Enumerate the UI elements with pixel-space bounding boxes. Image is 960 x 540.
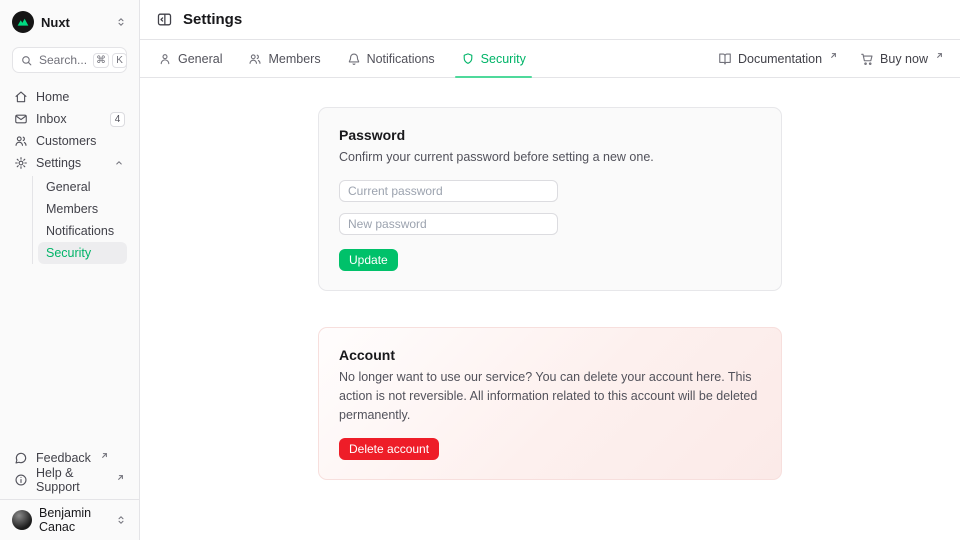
tab-bar: General Members Notifications — [140, 40, 960, 78]
sidebar-item-members[interactable]: Members — [38, 198, 127, 220]
external-link-icon — [935, 51, 944, 60]
sidebar-item-label: Customers — [36, 134, 96, 148]
gear-icon — [14, 156, 28, 170]
kbd-key: K — [112, 53, 127, 68]
chat-bubble-icon — [14, 451, 28, 465]
sidebar-item-notifications[interactable]: Notifications — [38, 220, 127, 242]
person-icon — [158, 52, 172, 66]
info-circle-icon — [14, 473, 28, 487]
chevron-up-down-icon — [115, 16, 127, 28]
search-placeholder: Search... — [39, 53, 87, 67]
header-actions: Documentation Buy now — [718, 40, 944, 77]
sidebar-item-label: Members — [46, 202, 98, 216]
tab-label: Notifications — [367, 52, 435, 66]
password-card: Password Confirm your current password b… — [318, 107, 782, 291]
workspace-switcher[interactable]: Nuxt — [12, 10, 127, 34]
app-root: Nuxt Search... ⌘ K Home — [0, 0, 960, 540]
action-label: Buy now — [880, 52, 928, 66]
inbox-count-badge: 4 — [110, 112, 125, 127]
sidebar-item-label: Security — [46, 246, 91, 260]
sidebar-item-general[interactable]: General — [38, 176, 127, 198]
user-avatar — [12, 510, 32, 530]
external-link-icon — [100, 451, 109, 460]
tab-label: Security — [481, 52, 526, 66]
search-shortcut: ⌘ K — [93, 53, 127, 68]
sidebar-divider — [0, 499, 139, 500]
password-card-title: Password — [339, 127, 761, 143]
sidebar-item-label: Settings — [36, 156, 81, 170]
kbd-meta: ⌘ — [93, 53, 109, 68]
sidebar-item-settings[interactable]: Settings — [12, 152, 127, 174]
users-icon — [248, 52, 262, 66]
sidebar-item-security[interactable]: Security — [38, 242, 127, 264]
account-card: Account No longer want to use our servic… — [318, 327, 782, 480]
tab-general[interactable]: General — [156, 40, 224, 77]
nuxt-logo-icon — [12, 11, 34, 33]
password-card-description: Confirm your current password before set… — [339, 148, 761, 167]
shield-icon — [461, 52, 475, 66]
settings-security-content: Password Confirm your current password b… — [140, 78, 960, 540]
sidebar-nav: Home Inbox 4 Customers Settings — [12, 86, 127, 266]
buy-now-link[interactable]: Buy now — [860, 52, 944, 66]
sidebar-item-label: Notifications — [46, 224, 114, 238]
tab-members[interactable]: Members — [246, 40, 322, 77]
sidebar-item-label: Home — [36, 90, 69, 104]
action-label: Documentation — [738, 52, 822, 66]
sidebar-item-label: Feedback — [36, 451, 91, 465]
sidebar-item-label: Inbox — [36, 112, 67, 126]
chevron-up-icon — [113, 157, 125, 169]
bell-icon — [347, 52, 361, 66]
sidebar: Nuxt Search... ⌘ K Home — [0, 0, 140, 540]
user-menu[interactable]: Benjamin Canac — [12, 508, 127, 532]
tabs: General Members Notifications — [156, 40, 528, 77]
main-area: Settings General Members — [140, 0, 960, 540]
page-title: Settings — [183, 11, 242, 28]
delete-account-button[interactable]: Delete account — [339, 438, 439, 460]
sidebar-spacer — [12, 266, 127, 447]
workspace-name: Nuxt — [41, 15, 70, 30]
external-link-icon — [116, 473, 125, 482]
inbox-icon — [14, 112, 28, 126]
sidebar-item-home[interactable]: Home — [12, 86, 127, 108]
home-icon — [14, 90, 28, 104]
page-header: Settings — [140, 0, 960, 40]
sidebar-item-label: General — [46, 180, 90, 194]
tab-label: Members — [268, 52, 320, 66]
documentation-link[interactable]: Documentation — [718, 52, 838, 66]
account-card-title: Account — [339, 347, 761, 363]
user-name: Benjamin Canac — [39, 506, 108, 534]
sidebar-item-help-support[interactable]: Help & Support — [12, 469, 127, 491]
search-icon — [20, 54, 33, 67]
account-card-description: No longer want to use our service? You c… — [339, 368, 761, 425]
settings-sub-list: General Members Notifications Security — [32, 176, 127, 264]
update-password-button[interactable]: Update — [339, 249, 398, 271]
cart-icon — [860, 52, 874, 66]
sidebar-item-inbox[interactable]: Inbox 4 — [12, 108, 127, 130]
new-password-field[interactable] — [339, 213, 558, 235]
search-input[interactable]: Search... ⌘ K — [12, 47, 127, 73]
current-password-field[interactable] — [339, 180, 558, 202]
external-link-icon — [829, 51, 838, 60]
book-icon — [718, 52, 732, 66]
sidebar-item-customers[interactable]: Customers — [12, 130, 127, 152]
tab-notifications[interactable]: Notifications — [345, 40, 437, 77]
sidebar-item-label: Help & Support — [36, 466, 107, 494]
users-icon — [14, 134, 28, 148]
tab-label: General — [178, 52, 222, 66]
collapse-sidebar-icon[interactable] — [156, 11, 173, 28]
tab-security[interactable]: Security — [459, 40, 528, 77]
chevron-up-down-icon — [115, 514, 127, 526]
